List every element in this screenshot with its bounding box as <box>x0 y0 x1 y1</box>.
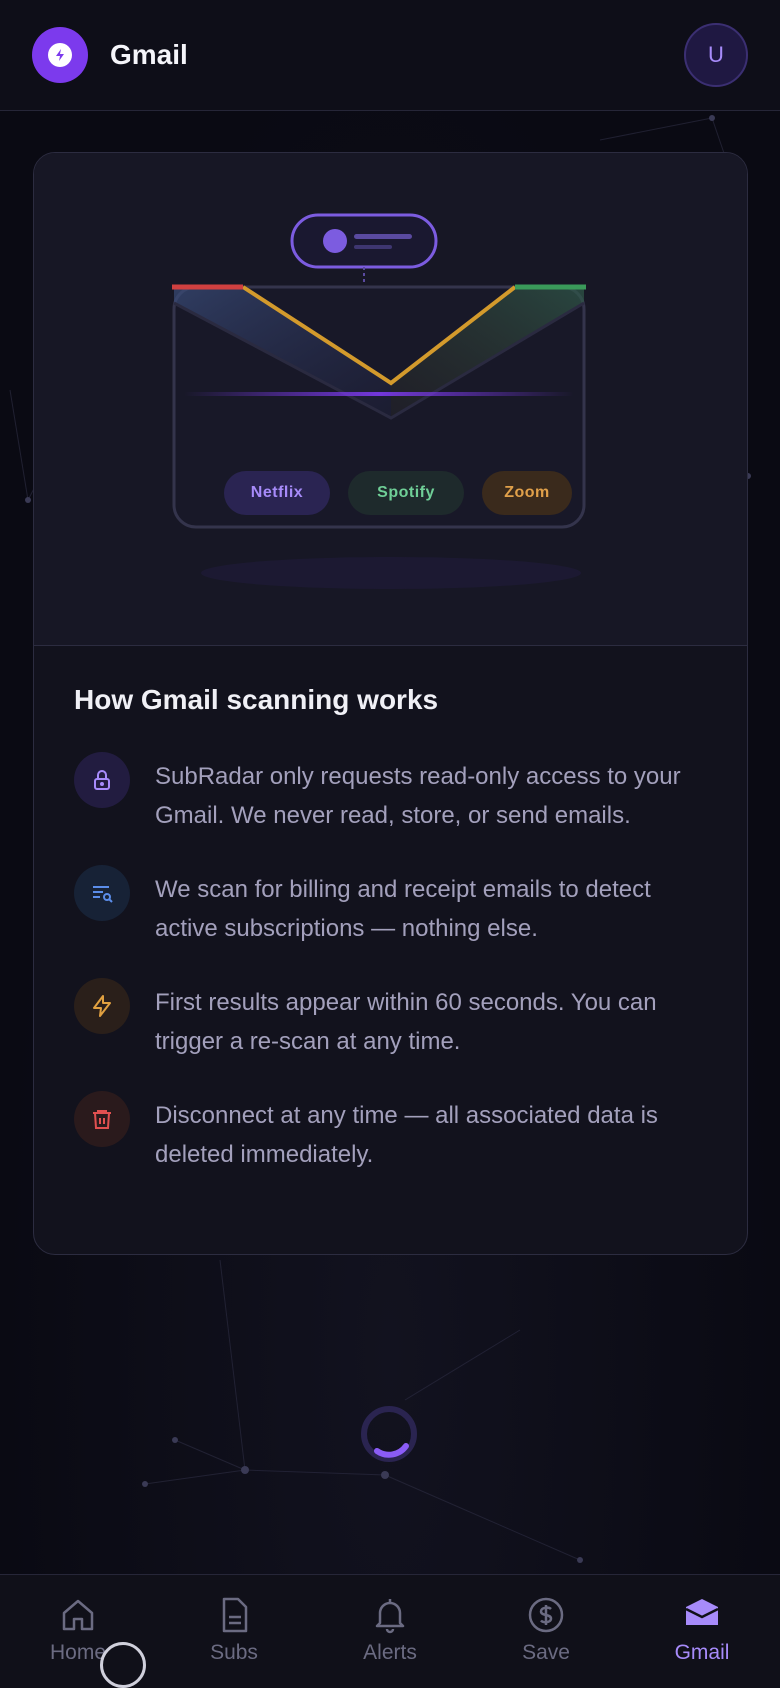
home-icon <box>62 1599 94 1631</box>
lock-icon <box>74 752 130 808</box>
page-title: Gmail <box>110 39 188 70</box>
gmail-info-card: Netflix Spotify Zoom How Gmail scanning … <box>33 152 748 1255</box>
document-icon <box>222 1597 248 1633</box>
loading-spinner <box>361 1406 417 1462</box>
info-item-text: Disconnect at any time — all associated … <box>155 1102 658 1168</box>
info-item-text: SubRadar only requests read-only access … <box>155 763 681 829</box>
tab-label: Alerts <box>363 1641 417 1664</box>
envelope-graphic <box>172 213 586 589</box>
tab-label: Home <box>49 1641 107 1664</box>
chip-netflix: Netflix <box>224 471 330 515</box>
chip-zoom: Zoom <box>482 471 572 515</box>
chip-spotify: Spotify <box>348 471 464 515</box>
search-list-icon <box>74 865 130 921</box>
info-item-text: First results appear within 60 seconds. … <box>155 989 657 1055</box>
app-root: Gmail U Netflix Spotify Zoom How Gmail s… <box>0 0 780 1688</box>
tab-label: Save <box>522 1641 570 1664</box>
trash-icon <box>74 1091 130 1147</box>
tab-subs[interactable]: Subs <box>156 1575 312 1688</box>
tab-alerts[interactable]: Alerts <box>312 1575 468 1688</box>
app-logo[interactable] <box>32 27 88 83</box>
info-item: We scan for billing and receipt emails t… <box>74 865 707 948</box>
envelope-illustration: Netflix Spotify Zoom <box>34 153 747 646</box>
tab-label: Subs <box>210 1641 258 1664</box>
tab-label: Gmail <box>674 1641 730 1664</box>
info-section: How Gmail scanning works SubRadar only r… <box>34 646 747 1174</box>
top-header: Gmail U <box>0 0 780 111</box>
info-item: First results appear within 60 seconds. … <box>74 978 707 1061</box>
bell-icon <box>375 1599 405 1634</box>
tab-save[interactable]: Save <box>468 1575 624 1688</box>
lightning-icon <box>48 43 72 67</box>
touch-indicator <box>100 1642 146 1688</box>
lightning-icon <box>74 978 130 1034</box>
tab-gmail[interactable]: Gmail <box>624 1575 780 1688</box>
info-item-text: We scan for billing and receipt emails t… <box>155 876 651 942</box>
dollar-icon <box>528 1597 564 1633</box>
info-item: Disconnect at any time — all associated … <box>74 1091 707 1174</box>
user-avatar[interactable]: U <box>684 23 748 87</box>
info-heading: How Gmail scanning works <box>74 684 439 715</box>
info-item: SubRadar only requests read-only access … <box>74 752 707 835</box>
mail-icon <box>685 1599 719 1625</box>
